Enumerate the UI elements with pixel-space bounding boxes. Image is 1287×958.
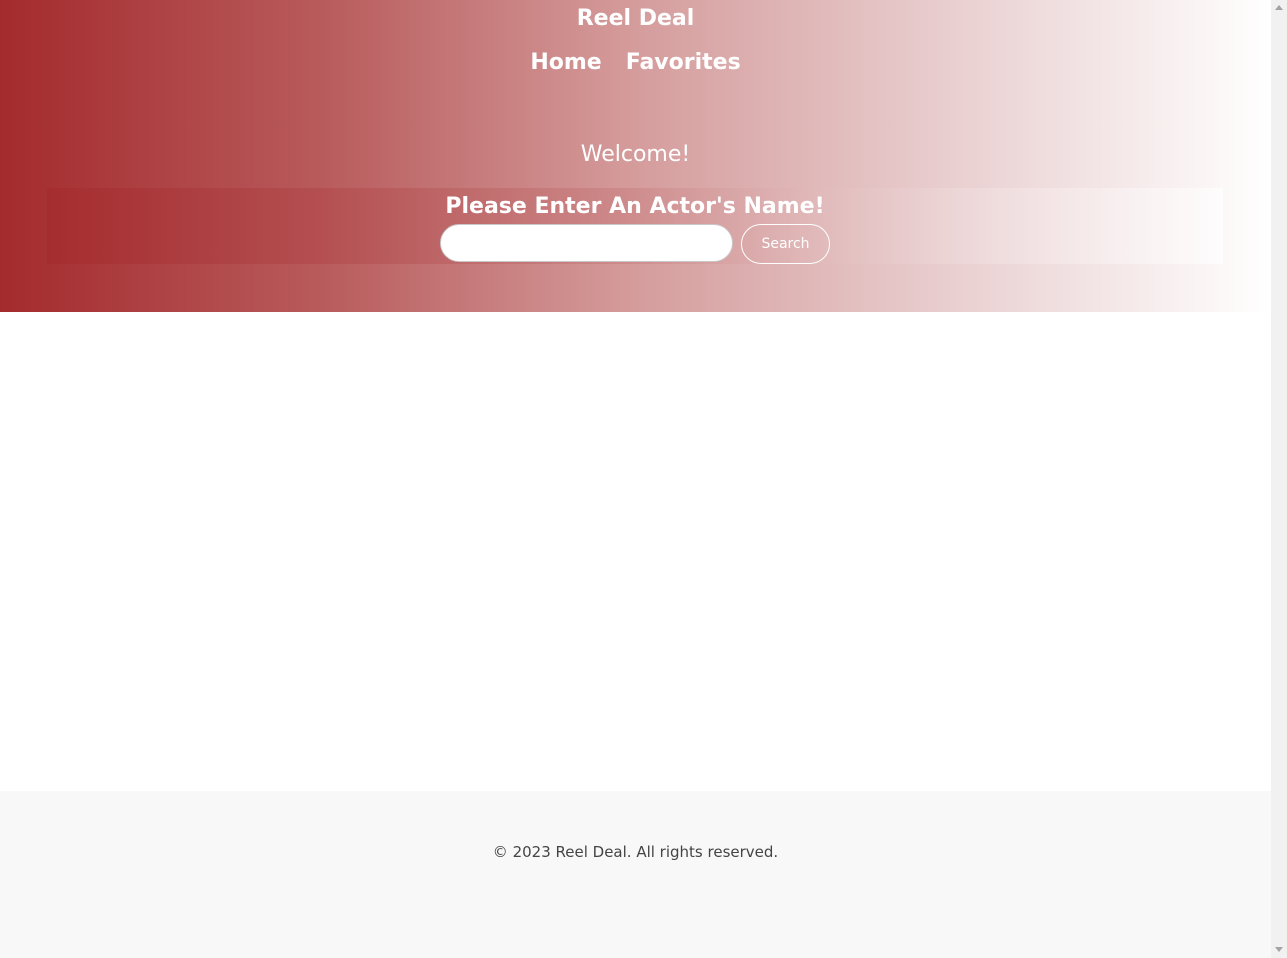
footer: © 2023 Reel Deal. All rights reserved. (0, 791, 1271, 958)
copyright-text: © 2023 Reel Deal. All rights reserved. (492, 843, 779, 861)
search-button[interactable]: Search (741, 224, 830, 264)
main-nav: Home Favorites (0, 50, 1271, 75)
hero-header: Reel Deal Home Favorites Welcome! Please… (0, 0, 1271, 312)
actor-search-input[interactable] (440, 224, 733, 262)
scroll-down-arrow-icon[interactable] (1275, 947, 1283, 952)
search-heading: Please Enter An Actor's Name! (445, 194, 825, 219)
vertical-scrollbar[interactable] (1271, 0, 1287, 958)
welcome-text: Welcome! (580, 142, 691, 167)
scroll-up-arrow-icon[interactable] (1275, 5, 1283, 10)
nav-link-favorites[interactable]: Favorites (626, 50, 741, 75)
search-panel: Please Enter An Actor's Name! Search (47, 188, 1223, 264)
page: Reel Deal Home Favorites Welcome! Please… (0, 0, 1271, 958)
nav-link-home[interactable]: Home (530, 50, 601, 75)
site-title[interactable]: Reel Deal (0, 6, 1271, 31)
